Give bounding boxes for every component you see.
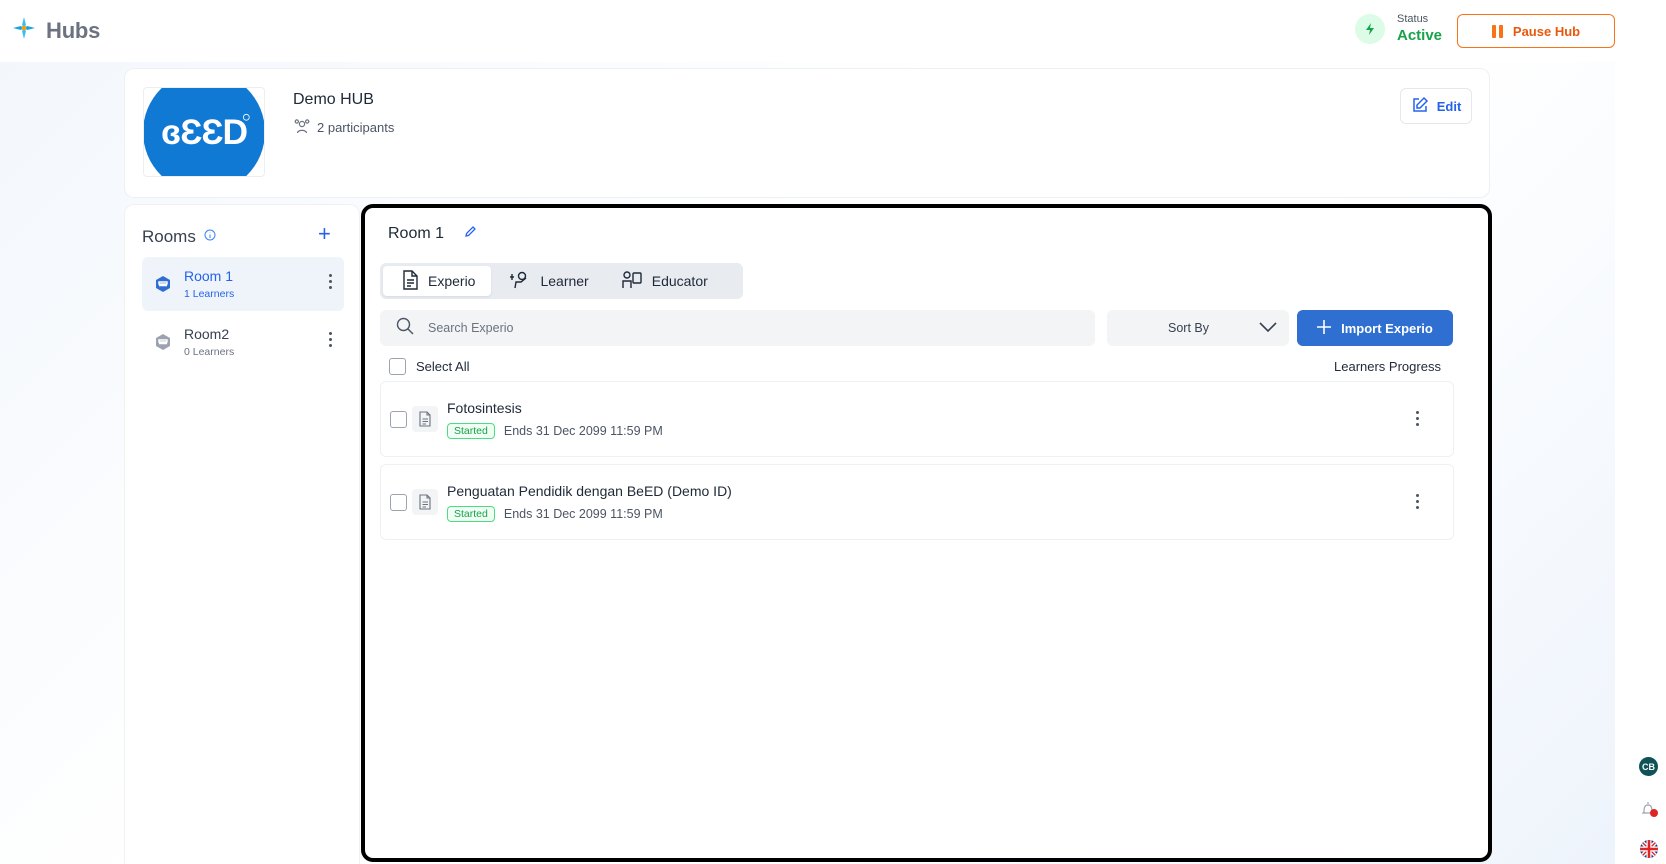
- learner-icon: [509, 270, 531, 293]
- tab-learner[interactable]: Learner: [495, 266, 602, 296]
- content-tabs: Experio Learner Educator: [380, 263, 743, 299]
- hubs-logo-icon: [12, 16, 36, 45]
- pause-icon: [1491, 24, 1503, 38]
- select-all-label: Select All: [416, 359, 470, 374]
- experio-item[interactable]: Fotosintesis Started Ends 31 Dec 2099 11…: [380, 381, 1454, 457]
- learners-progress-header: Learners Progress: [1334, 359, 1441, 374]
- room-content-panel: Room 1 Experio Learner Educator Search E…: [361, 204, 1492, 862]
- tab-label: Educator: [651, 273, 708, 289]
- experio-menu-icon[interactable]: [1416, 411, 1419, 426]
- top-bar: Hubs Status Active Pause Hub: [0, 0, 1666, 62]
- experio-title: Penguatan Pendidik dengan BeED (Demo ID): [447, 483, 732, 499]
- import-experio-button[interactable]: Import Experio: [1297, 310, 1453, 346]
- tab-label: Experio: [428, 273, 476, 289]
- select-all-row: Select All: [389, 358, 469, 375]
- lightning-icon: [1355, 13, 1385, 44]
- document-icon: [401, 269, 419, 293]
- tab-educator[interactable]: Educator: [607, 266, 722, 296]
- chevron-down-icon: [1259, 321, 1277, 336]
- edit-label: Edit: [1436, 98, 1462, 114]
- room-item-room2[interactable]: Room2 0 Learners: [142, 315, 344, 369]
- educator-icon: [621, 270, 643, 293]
- search-box: [380, 310, 1095, 346]
- experio-checkbox[interactable]: [390, 494, 407, 511]
- participants-count: 2 participants: [293, 117, 394, 138]
- hub-logo: ɞƐƐD: [143, 87, 265, 177]
- experio-menu-icon[interactable]: [1416, 494, 1419, 509]
- status-badge: Started: [447, 423, 495, 439]
- avatar: CB: [1639, 757, 1658, 776]
- room-name: Room 1: [184, 268, 234, 284]
- pause-hub-button[interactable]: Pause Hub: [1457, 14, 1615, 48]
- status-value: Active: [1397, 27, 1443, 44]
- plus-icon: [1317, 319, 1332, 337]
- tab-experio[interactable]: Experio: [383, 266, 492, 296]
- room-menu-icon[interactable]: [329, 332, 332, 347]
- add-room-button[interactable]: +: [318, 223, 331, 245]
- room-icon: [153, 274, 173, 294]
- rooms-panel: Rooms + Room 1 1 Learners Room2 0 Learne…: [124, 204, 360, 864]
- select-all-checkbox[interactable]: [389, 358, 406, 375]
- search-input[interactable]: [428, 321, 1028, 335]
- edit-hub-button[interactable]: Edit: [1400, 88, 1472, 124]
- status-badge: Started: [447, 506, 495, 522]
- hub-name: Demo HUB: [293, 91, 374, 108]
- sort-label: Sort By: [1168, 321, 1209, 335]
- participants-icon: [293, 117, 311, 138]
- tab-label: Learner: [540, 273, 589, 289]
- info-icon[interactable]: [204, 228, 216, 246]
- pause-hub-label: Pause Hub: [1512, 23, 1581, 39]
- room-title: Room 1: [388, 225, 445, 242]
- participants-text: 2 participants: [317, 120, 395, 135]
- room-learner-count: 1 Learners: [184, 288, 235, 300]
- hub-card: ɞƐƐD Demo HUB 2 participants Edit: [124, 68, 1490, 198]
- user-avatar[interactable]: CB: [1639, 757, 1658, 776]
- pencil-icon[interactable]: [464, 225, 477, 243]
- experio-item[interactable]: Penguatan Pendidik dengan BeED (Demo ID)…: [380, 464, 1454, 540]
- experio-end-date: Ends 31 Dec 2099 11:59 PM: [503, 507, 663, 521]
- status-label: Status: [1397, 13, 1429, 25]
- room-learner-count: 0 Learners: [184, 346, 235, 358]
- notification-icon[interactable]: [1639, 799, 1659, 819]
- hub-status: Status Active: [1355, 13, 1442, 44]
- edit-icon: [1411, 96, 1429, 117]
- app-title: Hubs: [46, 17, 101, 43]
- import-label: Import Experio: [1341, 320, 1433, 336]
- experio-checkbox[interactable]: [390, 411, 407, 428]
- room-name: Room2: [184, 326, 230, 342]
- experio-title: Fotosintesis: [447, 400, 522, 416]
- room-icon: [153, 332, 173, 352]
- rooms-title: Rooms: [142, 227, 196, 246]
- language-flag-icon[interactable]: [1639, 839, 1659, 859]
- document-icon: [412, 489, 438, 515]
- room-item-room-1[interactable]: Room 1 1 Learners: [142, 257, 344, 311]
- brand[interactable]: Hubs: [12, 16, 100, 45]
- room-menu-icon[interactable]: [329, 274, 332, 289]
- document-icon: [412, 406, 438, 432]
- search-icon: [396, 317, 414, 340]
- svg-text:ɞƐƐD: ɞƐƐD: [161, 112, 247, 152]
- sort-dropdown[interactable]: Sort By: [1107, 310, 1289, 346]
- experio-end-date: Ends 31 Dec 2099 11:59 PM: [503, 424, 663, 438]
